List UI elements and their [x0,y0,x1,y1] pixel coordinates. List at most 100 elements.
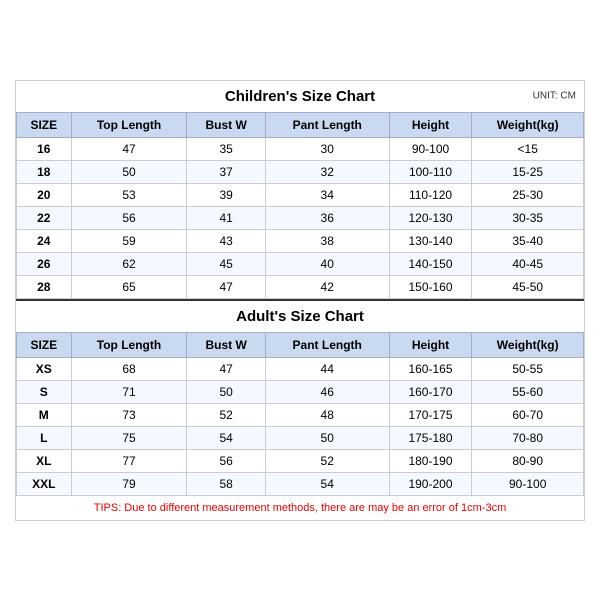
adults-col-toplength: Top Length [71,332,187,357]
adults-title-text: Adult's Size Chart [236,308,364,325]
table-cell: 40 [265,252,389,275]
adults-col-size: SIZE [17,332,72,357]
table-cell: 50 [265,426,389,449]
table-cell: 53 [71,183,187,206]
table-cell: 39 [187,183,265,206]
tips-text: TIPS: Due to different measurement metho… [17,495,584,520]
table-cell: 40-45 [472,252,584,275]
table-cell: 38 [265,229,389,252]
children-tbody: 1647353090-100<1518503732100-11015-25205… [17,137,584,298]
adults-header-row: SIZE Top Length Bust W Pant Length Heigh… [17,332,584,357]
table-row: 1647353090-100<15 [17,137,584,160]
table-cell: L [17,426,72,449]
table-cell: 42 [265,275,389,298]
table-cell: 47 [71,137,187,160]
table-cell: 90-100 [472,472,584,495]
table-row: 26624540140-15040-45 [17,252,584,275]
table-cell: M [17,403,72,426]
table-cell: 55-60 [472,380,584,403]
table-cell: 100-110 [389,160,472,183]
table-cell: 43 [187,229,265,252]
children-header-row: SIZE Top Length Bust W Pant Length Heigh… [17,112,584,137]
adults-col-pantlength: Pant Length [265,332,389,357]
adults-title: Adult's Size Chart [16,299,584,332]
table-cell: 30-35 [472,206,584,229]
table-row: L755450175-18070-80 [17,426,584,449]
table-cell: 65 [71,275,187,298]
table-cell: 50-55 [472,357,584,380]
table-cell: 36 [265,206,389,229]
table-cell: 52 [187,403,265,426]
table-cell: 20 [17,183,72,206]
table-cell: 35 [187,137,265,160]
table-cell: 48 [265,403,389,426]
table-row: 22564136120-13030-35 [17,206,584,229]
table-cell: 16 [17,137,72,160]
table-cell: 47 [187,357,265,380]
table-cell: 15-25 [472,160,584,183]
table-cell: 44 [265,357,389,380]
table-cell: 54 [265,472,389,495]
table-cell: 30 [265,137,389,160]
adults-col-bustw: Bust W [187,332,265,357]
children-table: SIZE Top Length Bust W Pant Length Heigh… [16,112,584,299]
tips-row: TIPS: Due to different measurement metho… [17,495,584,520]
table-cell: 35-40 [472,229,584,252]
table-cell: 90-100 [389,137,472,160]
table-cell: 22 [17,206,72,229]
adults-table: SIZE Top Length Bust W Pant Length Heigh… [16,332,584,520]
table-cell: S [17,380,72,403]
table-cell: XXL [17,472,72,495]
table-cell: 28 [17,275,72,298]
table-row: M735248170-17560-70 [17,403,584,426]
unit-label: UNIT: CM [533,91,576,102]
table-cell: 56 [71,206,187,229]
table-cell: 160-165 [389,357,472,380]
table-cell: 120-130 [389,206,472,229]
table-cell: 58 [187,472,265,495]
table-row: XXL795854190-20090-100 [17,472,584,495]
table-cell: 190-200 [389,472,472,495]
table-cell: 150-160 [389,275,472,298]
adults-col-height: Height [389,332,472,357]
table-cell: 34 [265,183,389,206]
table-row: S715046160-17055-60 [17,380,584,403]
table-cell: 73 [71,403,187,426]
table-cell: 79 [71,472,187,495]
table-cell: 60-70 [472,403,584,426]
adults-tbody: XS684744160-16550-55S715046160-17055-60M… [17,357,584,495]
table-cell: 68 [71,357,187,380]
children-col-weight: Weight(kg) [472,112,584,137]
children-title: Children's Size Chart UNIT: CM [16,81,584,112]
table-cell: 46 [265,380,389,403]
children-col-pantlength: Pant Length [265,112,389,137]
table-cell: 180-190 [389,449,472,472]
table-row: 20533934110-12025-30 [17,183,584,206]
table-cell: 170-175 [389,403,472,426]
children-col-size: SIZE [17,112,72,137]
table-cell: 37 [187,160,265,183]
table-cell: 18 [17,160,72,183]
table-cell: 59 [71,229,187,252]
table-cell: 24 [17,229,72,252]
table-row: 28654742150-16045-50 [17,275,584,298]
table-cell: 130-140 [389,229,472,252]
table-cell: 45-50 [472,275,584,298]
table-cell: 110-120 [389,183,472,206]
children-col-toplength: Top Length [71,112,187,137]
table-cell: 77 [71,449,187,472]
table-cell: 50 [71,160,187,183]
table-cell: XS [17,357,72,380]
table-cell: 52 [265,449,389,472]
table-row: 24594338130-14035-40 [17,229,584,252]
table-cell: <15 [472,137,584,160]
table-cell: 71 [71,380,187,403]
table-cell: 175-180 [389,426,472,449]
table-cell: 80-90 [472,449,584,472]
table-cell: 45 [187,252,265,275]
table-cell: 140-150 [389,252,472,275]
children-title-text: Children's Size Chart [225,88,375,105]
table-cell: 32 [265,160,389,183]
table-row: XL775652180-19080-90 [17,449,584,472]
table-cell: 62 [71,252,187,275]
